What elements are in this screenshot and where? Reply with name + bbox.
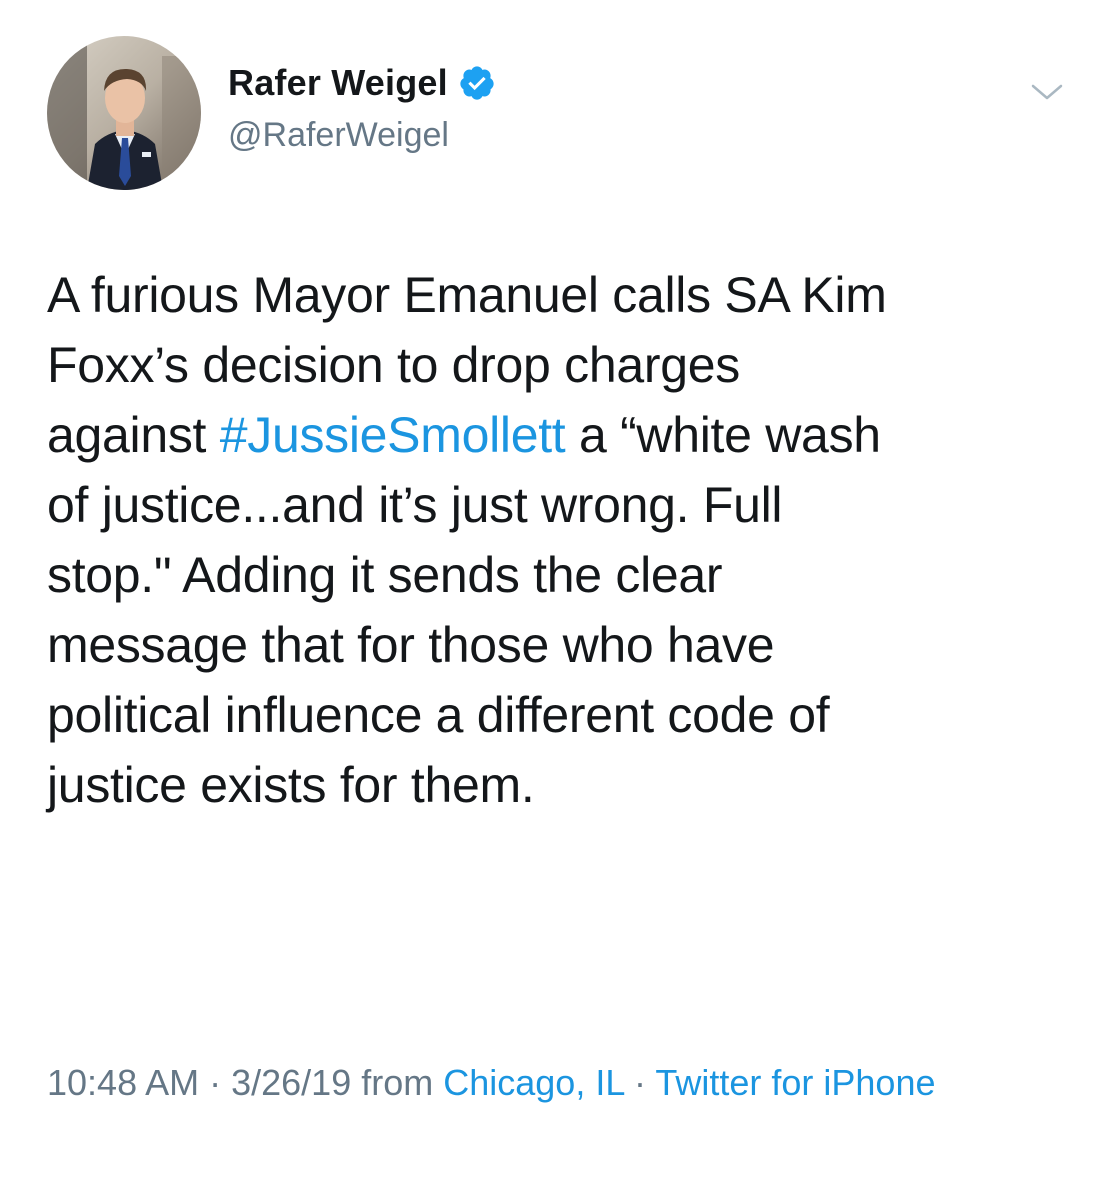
source-link[interactable]: Twitter for iPhone xyxy=(655,1062,935,1103)
meta-separator: · xyxy=(624,1062,656,1103)
chevron-down-icon[interactable] xyxy=(1027,78,1067,106)
tweet-line: of justice...and it’s just wrong. Full xyxy=(47,477,783,533)
avatar[interactable] xyxy=(47,36,201,190)
tweet-line: justice exists for them. xyxy=(47,757,535,813)
tweet-text: A furious Mayor Emanuel calls SA Kim Fox… xyxy=(47,260,1087,820)
tweet-line: stop." Adding it sends the clear xyxy=(47,547,723,603)
tweet-date[interactable]: 3/26/19 xyxy=(231,1062,351,1103)
profile-photo-icon xyxy=(47,36,201,190)
verified-badge-icon xyxy=(458,64,496,102)
display-name[interactable]: Rafer Weigel xyxy=(228,62,448,104)
display-name-row: Rafer Weigel xyxy=(228,58,496,108)
hashtag-link[interactable]: #JussieSmollett xyxy=(220,407,566,463)
tweet-line: against #JussieSmollett a “white wash xyxy=(47,400,1087,470)
from-label: from xyxy=(351,1062,444,1103)
tweet-time[interactable]: 10:48 AM xyxy=(47,1062,199,1103)
tweet-card: Rafer Weigel @RaferWeigel A furious Mayo… xyxy=(0,0,1120,1200)
tweet-header: Rafer Weigel @RaferWeigel xyxy=(47,36,1087,196)
tweet-line-text: against xyxy=(47,407,220,463)
meta-separator: · xyxy=(199,1062,232,1103)
author-handle[interactable]: @RaferWeigel xyxy=(228,116,496,155)
tweet-meta: 10:48 AM · 3/26/19 from Chicago, IL · Tw… xyxy=(47,1055,1067,1111)
tweet-line: message that for those who have xyxy=(47,617,775,673)
location-link[interactable]: Chicago, IL xyxy=(443,1062,624,1103)
tweet-line: A furious Mayor Emanuel calls SA Kim xyxy=(47,267,887,323)
author-names: Rafer Weigel @RaferWeigel xyxy=(228,58,496,155)
tweet-line-text: a “white wash xyxy=(565,407,881,463)
tweet-line: political influence a different code of xyxy=(47,687,830,743)
tweet-line: Foxx’s decision to drop charges xyxy=(47,337,740,393)
